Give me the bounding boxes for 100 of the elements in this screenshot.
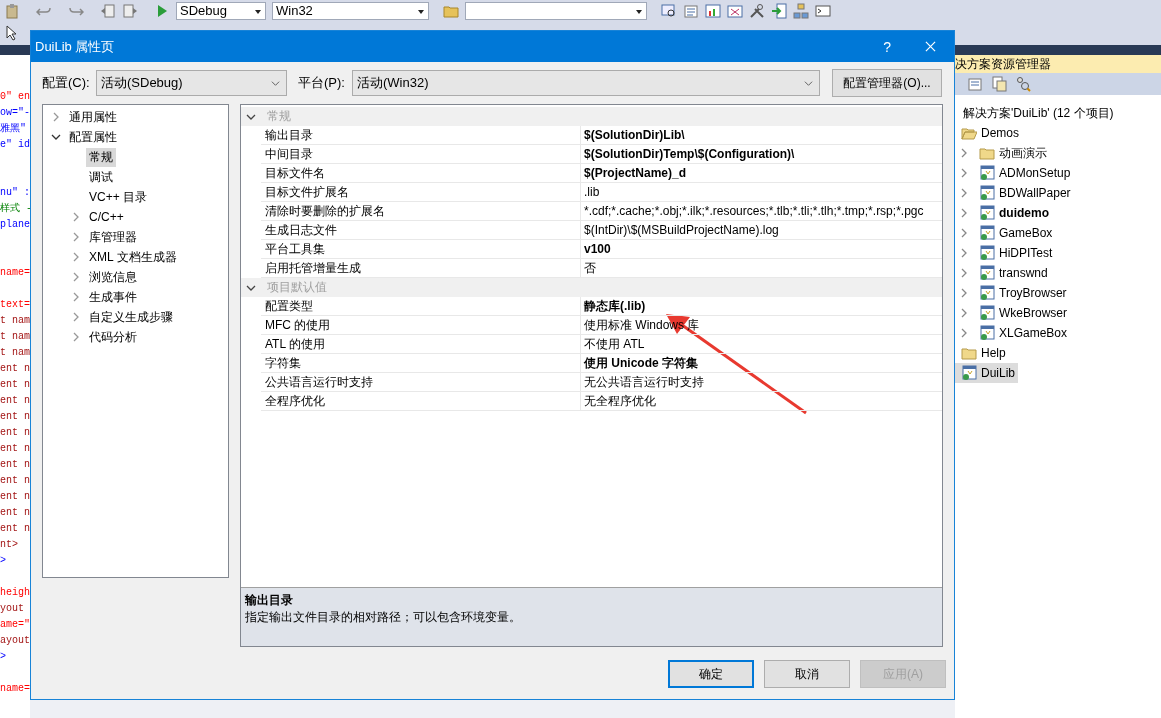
dialog-button[interactable]: 确定 <box>668 660 754 688</box>
import-icon[interactable] <box>771 3 787 19</box>
code-line: name= <box>0 682 30 696</box>
tree-item[interactable]: 代码分析 <box>86 327 140 347</box>
property-value[interactable]: *.cdf;*.cache;*.obj;*.ilk;*.resources;*.tlb;*.tli;*.tlh;*.tmp;*.rsp;*.pgc <box>581 202 942 220</box>
property-value[interactable]: v100 <box>581 240 942 258</box>
configuration-manager-button[interactable]: 配置管理器(O)... <box>832 69 942 97</box>
property-value[interactable]: 无公共语言运行时支持 <box>581 373 942 391</box>
find-window-icon[interactable] <box>661 3 677 19</box>
property-name[interactable]: ATL 的使用 <box>261 335 581 353</box>
property-name[interactable]: MFC 的使用 <box>261 316 581 334</box>
configuration-dropdown[interactable]: 活动(SDebug) <box>96 70 287 96</box>
description-text: 指定输出文件目录的相对路径；可以包含环境变量。 <box>245 609 522 626</box>
dialog-button[interactable]: 取消 <box>764 660 850 688</box>
tree-item[interactable]: transwnd <box>955 263 1161 283</box>
code-line: ent n <box>0 458 30 472</box>
properties-icon[interactable] <box>967 76 983 92</box>
tree-item[interactable]: duidemo <box>955 203 1161 223</box>
expand-icon[interactable] <box>71 212 81 222</box>
property-name[interactable]: 字符集 <box>261 354 581 372</box>
expand-icon[interactable] <box>71 332 81 342</box>
hierarchy-icon[interactable] <box>793 3 809 19</box>
property-name[interactable]: 公共语言运行时支持 <box>261 373 581 391</box>
tree-item[interactable]: BDWallPaper <box>955 183 1161 203</box>
platform-combo[interactable]: Win32 <box>272 2 429 20</box>
expand-icon[interactable] <box>71 292 81 302</box>
navigate-back-icon[interactable] <box>100 3 116 19</box>
tree-item[interactable]: 解决方案'DuiLib' (12 个项目) <box>955 103 1161 123</box>
tree-item[interactable]: 常规 <box>86 147 116 167</box>
help-button[interactable]: ? <box>879 38 895 55</box>
tree-item[interactable]: Demos <box>955 123 1022 143</box>
close-icon[interactable] <box>925 41 936 52</box>
tree-item[interactable]: TroyBrowser <box>955 283 1161 303</box>
expand-icon[interactable] <box>51 112 61 122</box>
property-value[interactable]: $(SolutionDir)Lib\ <box>581 126 942 144</box>
console-icon[interactable] <box>815 3 831 19</box>
property-value[interactable]: $(SolutionDir)Temp\$(Configuration)\ <box>581 145 942 163</box>
tools-icon[interactable] <box>749 3 765 19</box>
project-icon <box>979 245 995 261</box>
expand-icon[interactable] <box>71 312 81 322</box>
property-name[interactable]: 清除时要删除的扩展名 <box>261 202 581 220</box>
expand-icon[interactable] <box>71 232 81 242</box>
tree-item[interactable]: XML 文档生成器 <box>86 247 180 267</box>
tree-item[interactable]: 调试 <box>86 167 116 187</box>
tree-item[interactable]: 动画演示 <box>955 143 1161 163</box>
property-name[interactable]: 平台工具集 <box>261 240 581 258</box>
code-line: > <box>0 554 6 568</box>
tree-item[interactable]: 通用属性 <box>43 107 228 127</box>
folder-icon <box>979 145 995 161</box>
property-value[interactable]: 静态库(.lib) <box>581 297 942 315</box>
property-value[interactable]: 不使用 ATL <box>581 335 942 353</box>
tree-item[interactable]: HiDPITest <box>955 243 1161 263</box>
paste-icon[interactable] <box>4 3 20 19</box>
property-name[interactable]: 配置类型 <box>261 297 581 315</box>
tree-item[interactable]: WkeBrowser <box>955 303 1161 323</box>
platform-dropdown[interactable]: 活动(Win32) <box>352 70 820 96</box>
property-value[interactable]: 否 <box>581 259 942 277</box>
tree-item[interactable]: GameBox <box>955 223 1161 243</box>
expand-icon[interactable] <box>71 252 81 262</box>
expand-icon[interactable] <box>71 272 81 282</box>
property-value[interactable]: $(ProjectName)_d <box>581 164 942 182</box>
tree-item[interactable]: DuiLib <box>955 363 1019 383</box>
code-line: 样式 - <box>0 201 30 216</box>
code-line: nu" : <box>0 186 30 200</box>
navigate-forward-icon[interactable] <box>122 3 138 19</box>
tree-item[interactable]: 库管理器 <box>86 227 140 247</box>
tree-item[interactable]: VC++ 目录 <box>86 187 151 207</box>
property-value[interactable]: 无全程序优化 <box>581 392 942 410</box>
tree-item[interactable]: 生成事件 <box>86 287 140 307</box>
folder-icon <box>961 345 977 361</box>
code-line: ent n <box>0 362 30 376</box>
collapse-icon[interactable] <box>51 132 61 142</box>
property-value[interactable]: .lib <box>581 183 942 201</box>
property-name[interactable]: 目标文件名 <box>261 164 581 182</box>
code-line: yout <box>0 602 24 616</box>
platform-label: 平台(P): <box>298 74 346 92</box>
tree-item[interactable]: Help <box>955 343 1009 363</box>
code-line: ent n <box>0 426 30 440</box>
property-name[interactable]: 启用托管增量生成 <box>261 259 581 277</box>
panel-title: 决方案资源管理器 <box>955 55 1161 73</box>
tree-item[interactable]: 浏览信息 <box>86 267 140 287</box>
tree-item[interactable]: XLGameBox <box>955 323 1161 343</box>
configuration-combo[interactable]: SDebug <box>176 2 266 20</box>
property-name[interactable]: 中间目录 <box>261 145 581 163</box>
property-value[interactable]: 使用 Unicode 字符集 <box>581 354 942 372</box>
property-name[interactable]: 输出目录 <box>261 126 581 144</box>
tree-item[interactable]: 自定义生成步骤 <box>86 307 176 327</box>
chart-window-icon[interactable] <box>705 3 721 19</box>
properties-icon[interactable] <box>683 3 699 19</box>
property-name[interactable]: 目标文件扩展名 <box>261 183 581 201</box>
property-name[interactable]: 全程序优化 <box>261 392 581 410</box>
tree-item[interactable]: ADMonSetup <box>955 163 1161 183</box>
code-line: nt> <box>0 538 18 552</box>
find-combo[interactable] <box>465 2 647 20</box>
tree-item[interactable]: C/C++ <box>86 209 127 225</box>
project-icon <box>979 265 995 281</box>
property-value[interactable]: $(IntDir)\$(MSBuildProjectName).log <box>581 221 942 239</box>
property-name[interactable]: 生成日志文件 <box>261 221 581 239</box>
tree-item[interactable]: 配置属性 <box>43 127 228 147</box>
show-files-icon[interactable] <box>991 76 1007 92</box>
